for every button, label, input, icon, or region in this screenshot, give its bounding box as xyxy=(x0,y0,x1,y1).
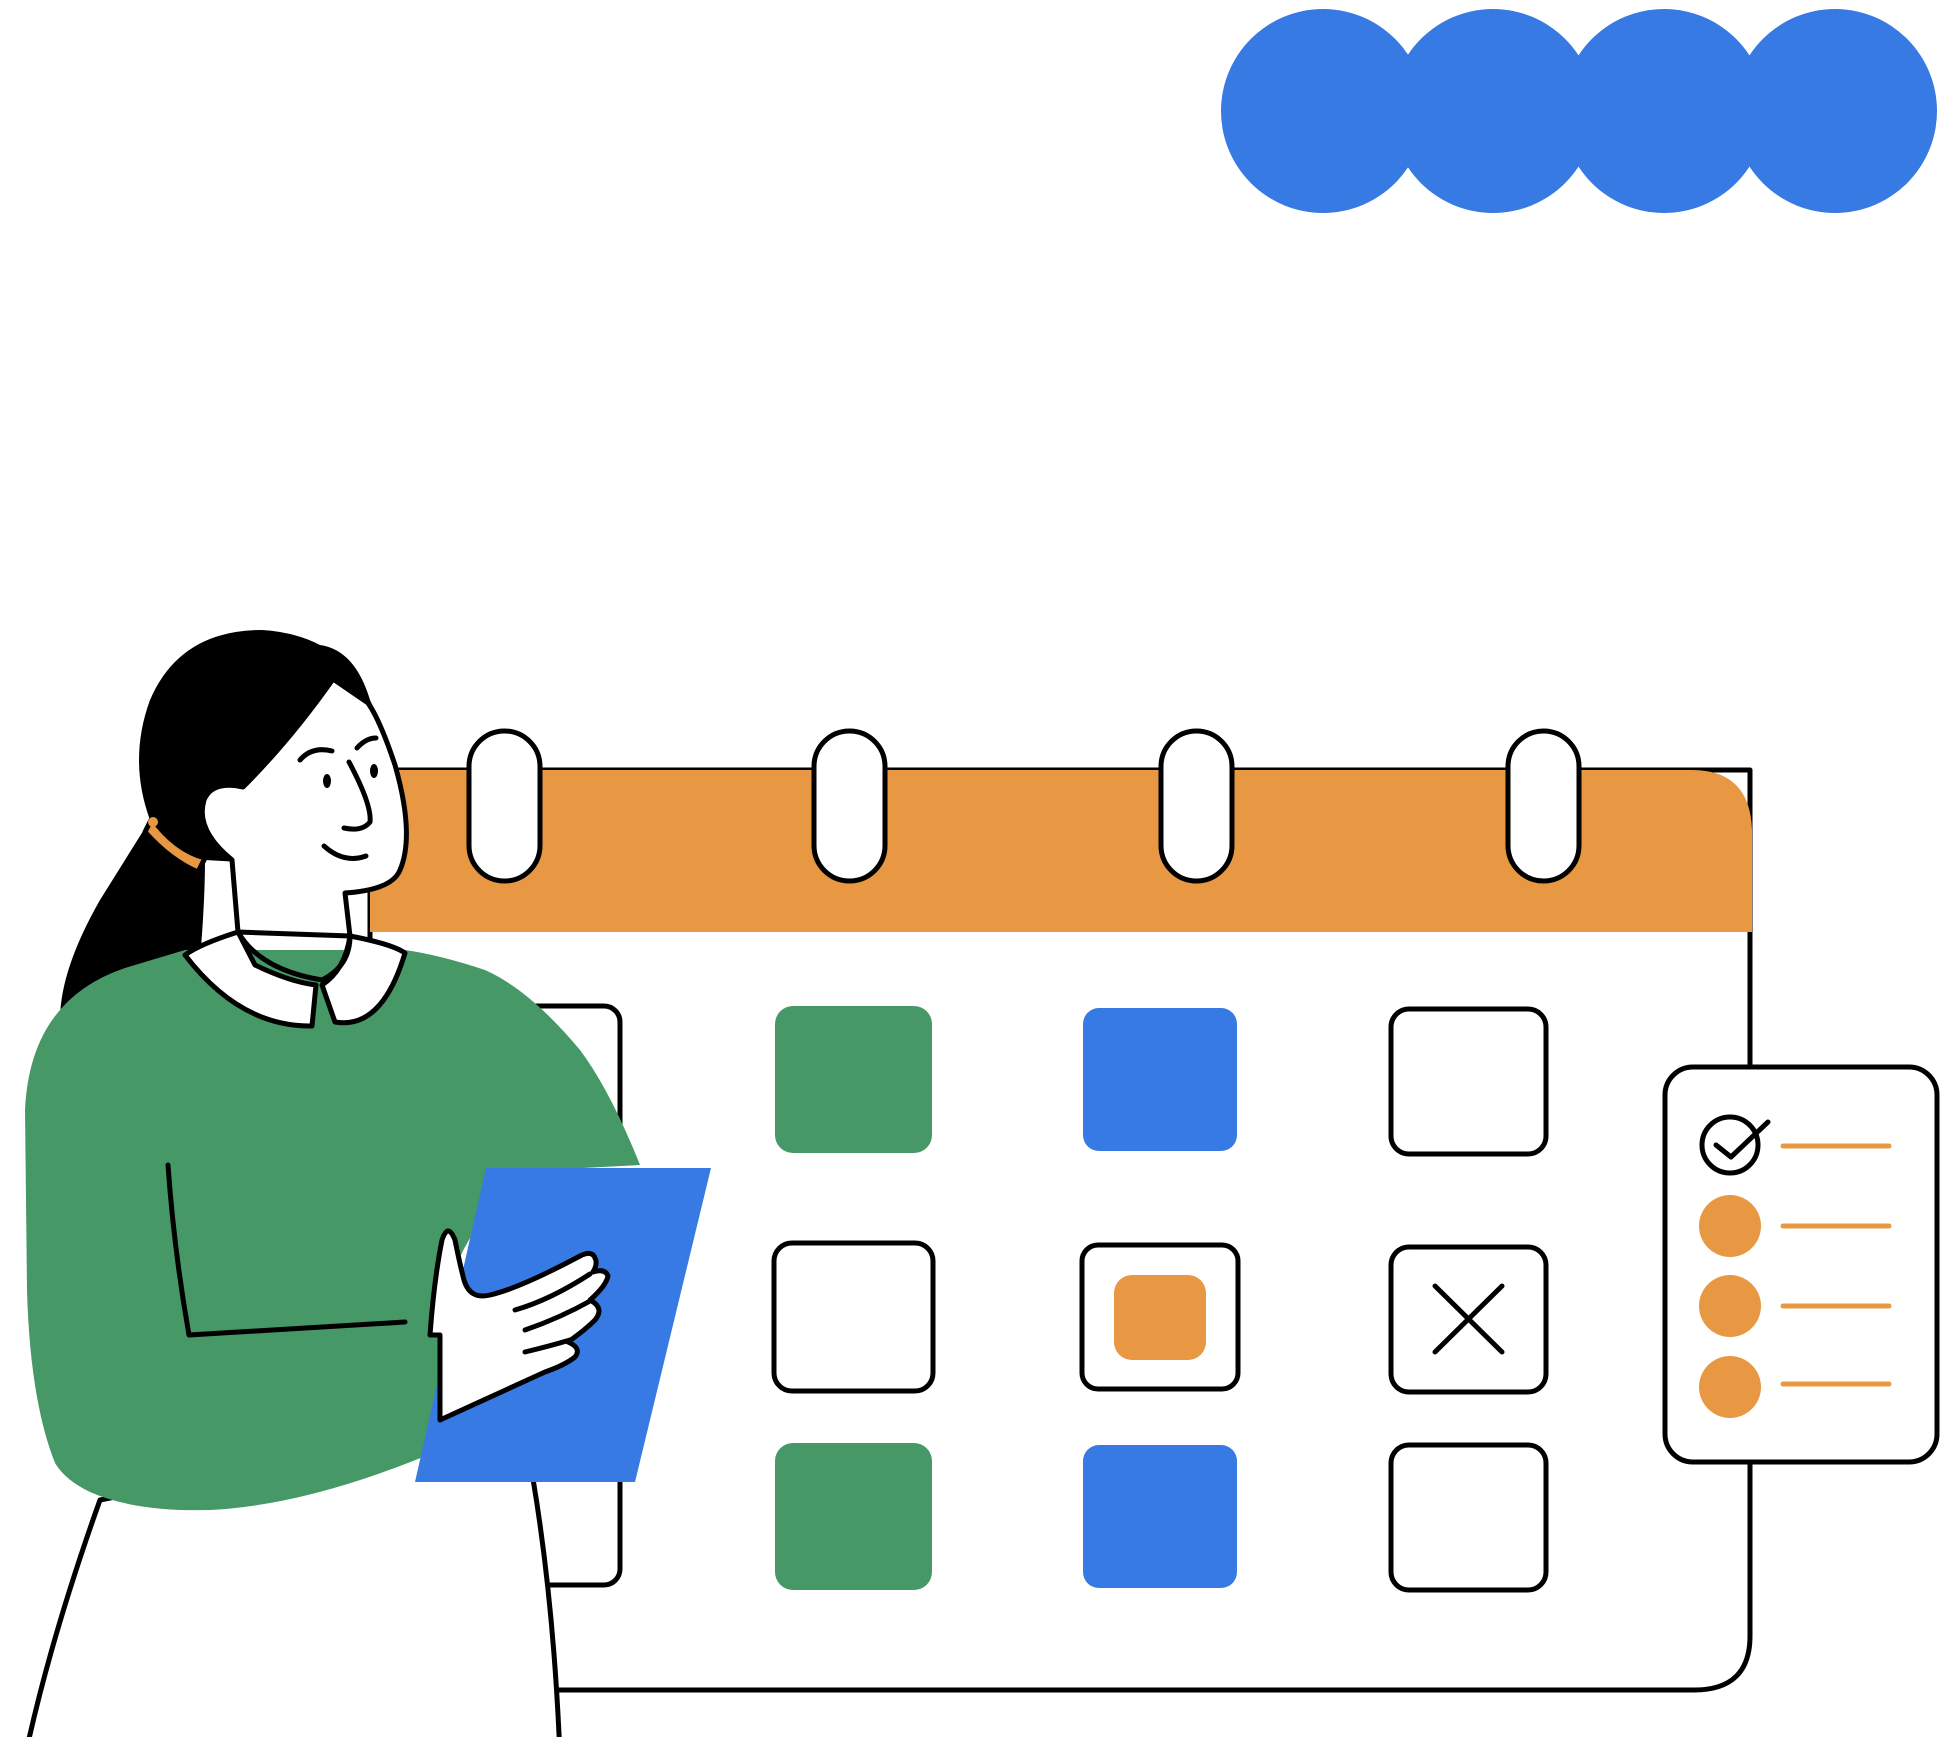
bullet-dot-icon xyxy=(1699,1275,1761,1337)
day-cell-outline xyxy=(1388,1006,1549,1157)
day-cell-blue xyxy=(1083,1445,1237,1588)
binder-ring xyxy=(466,728,543,884)
checklist-card xyxy=(1662,1064,1940,1465)
earring xyxy=(148,817,158,827)
day-cell-outline xyxy=(771,1240,936,1394)
binder-ring xyxy=(1158,728,1235,884)
binder-ring xyxy=(811,728,888,884)
eye xyxy=(370,764,378,778)
check-circle-icon xyxy=(1699,1114,1761,1176)
day-cell-blue xyxy=(1083,1008,1237,1151)
scheduling-illustration xyxy=(25,9,1940,1737)
bullet-dot-icon xyxy=(1699,1356,1761,1418)
day-cell-green xyxy=(775,1006,932,1153)
day-cell-orange-marker xyxy=(1114,1275,1206,1360)
decorative-dots xyxy=(1221,9,1937,213)
decorative-dot xyxy=(1733,9,1937,213)
illustration-canvas xyxy=(0,0,1944,1737)
day-cell-outline xyxy=(1388,1442,1549,1593)
bullet-dot-icon xyxy=(1699,1195,1761,1257)
day-cell-green xyxy=(775,1443,932,1590)
eye xyxy=(323,774,331,788)
binder-ring xyxy=(1505,728,1582,884)
